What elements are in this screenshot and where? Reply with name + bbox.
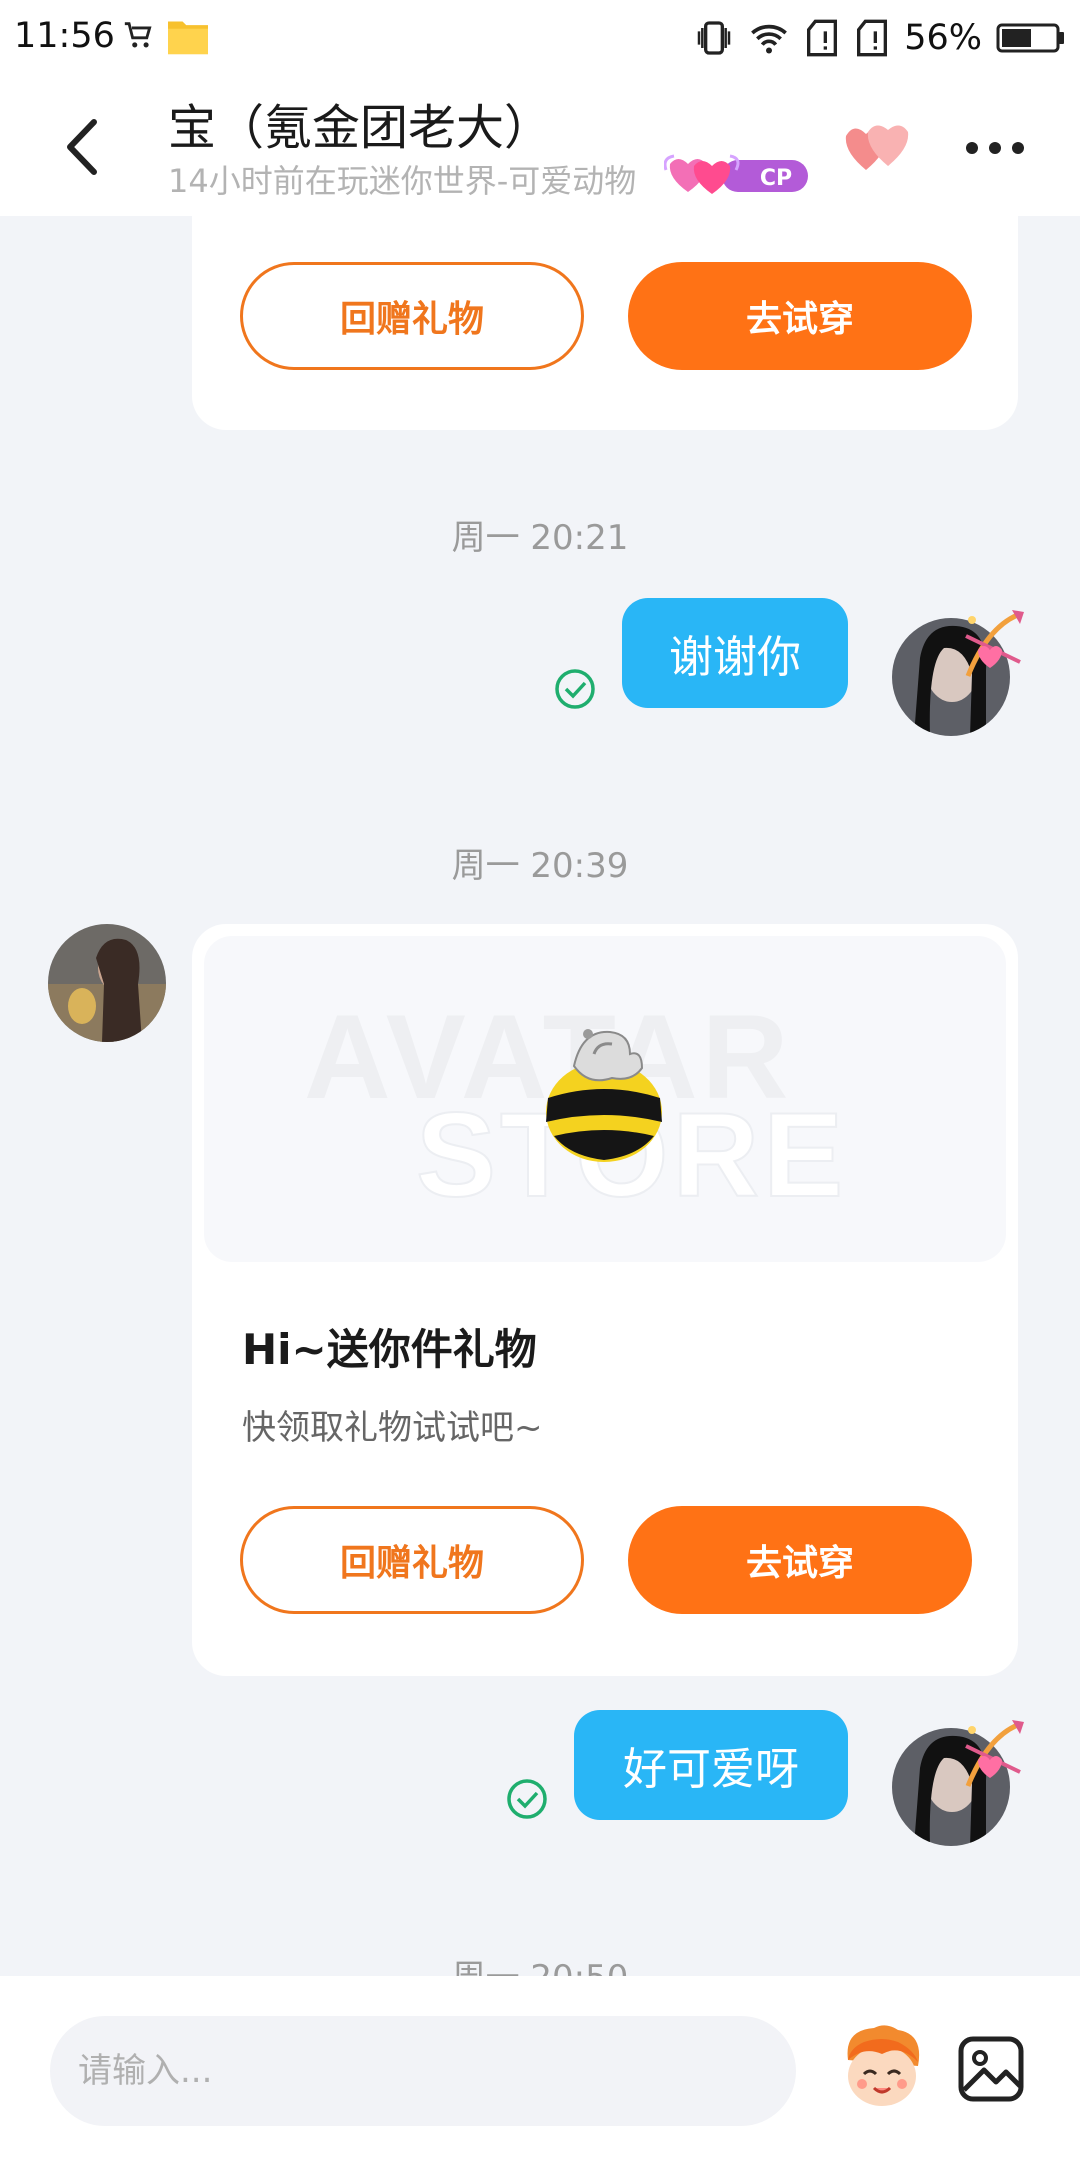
image-picker-icon[interactable] <box>956 2034 1026 2104</box>
read-check-icon <box>555 669 595 709</box>
chat-title: 宝（氪金团老大） <box>168 100 553 156</box>
message-timestamp: 周一 20:39 <box>451 846 629 886</box>
status-bar: 11:56 56% <box>0 0 1080 76</box>
chat-subtitle: 14小时前在玩迷你世界-可爱动物 <box>168 162 637 200</box>
status-time: 11:56 <box>14 16 115 56</box>
more-menu-icon[interactable] <box>962 128 1028 168</box>
cupid-bow-decoration-icon <box>965 1720 1024 1787</box>
chat-header: 宝（氪金团老大） 14小时前在玩迷你世界-可爱动物 CP <box>0 76 1080 216</box>
battery-percent: 56% <box>904 18 982 58</box>
folder-icon <box>168 21 208 55</box>
vibrate-icon <box>697 21 731 55</box>
read-check-icon <box>507 1779 547 1819</box>
cart-icon <box>124 22 152 48</box>
sent-message-bubble[interactable]: 好可爱呀 <box>574 1710 848 1820</box>
intimacy-hearts-icon[interactable] <box>838 118 914 174</box>
message-timestamp: 周一 20:21 <box>451 518 629 558</box>
gift-card-title: Hi~送你件礼物 <box>242 1325 537 1374</box>
cupid-bow-decoration-icon <box>965 610 1024 677</box>
try-on-button[interactable]: 去试穿 <box>628 262 972 370</box>
message-input[interactable] <box>50 2016 796 2126</box>
return-gift-button[interactable]: 回赠礼物 <box>240 262 584 370</box>
cp-badge[interactable]: CP <box>664 150 812 200</box>
emoji-mascot-icon[interactable] <box>834 2020 930 2116</box>
gift-preview-area[interactable]: AVATAR STORE <box>204 936 1006 1262</box>
sim-signal-icon-2 <box>857 19 888 57</box>
bee-hat-gift-icon <box>546 1029 662 1162</box>
wifi-icon <box>751 24 788 54</box>
battery-icon <box>996 23 1064 53</box>
return-gift-button[interactable]: 回赠礼物 <box>240 1506 584 1614</box>
sim-signal-icon <box>807 19 838 57</box>
sent-message-bubble[interactable]: 谢谢你 <box>622 598 848 708</box>
input-bar <box>0 1976 1080 2160</box>
gift-card-description: 快领取礼物试试吧~ <box>242 1408 543 1448</box>
back-arrow-icon[interactable] <box>58 112 108 182</box>
friend-avatar[interactable] <box>48 924 166 1042</box>
try-on-button[interactable]: 去试穿 <box>628 1506 972 1614</box>
cp-badge-label: CP <box>760 166 792 191</box>
